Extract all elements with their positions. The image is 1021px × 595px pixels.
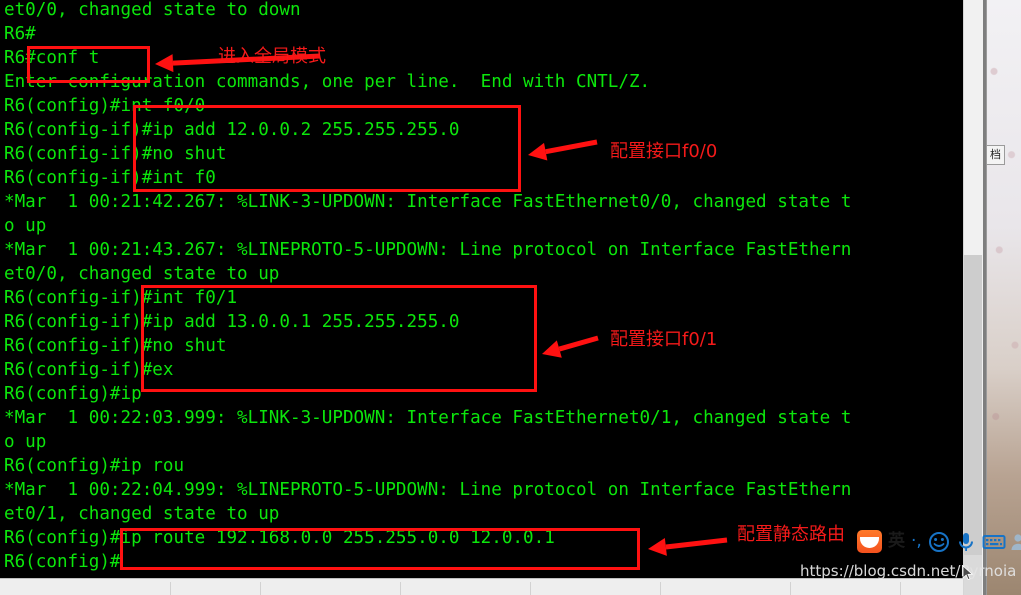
page-cell-divider [170,582,171,595]
terminal-line: *Mar 1 00:21:43.267: %LINEPROTO-5-UPDOWN… [4,240,852,260]
screenshot-root: 档 et0/0, changed state to down R6# R6#conf… [0,0,1021,595]
terminal-line: et0/1, changed state to up [4,504,280,524]
terminal-line: R6(config)#ip rou [4,456,185,476]
terminal-line: R6(config-if)#ip add 13.0.0.1 255.255.25… [4,312,460,332]
page-cell-divider [530,582,531,595]
terminal-line: *Mar 1 00:22:04.999: %LINEPROTO-5-UPDOWN… [4,480,852,500]
csdn-watermark: https://blog.csdn.net/Pyrnoia [800,562,1017,580]
sogou-logo-icon[interactable] [857,529,882,553]
terminal-line: *Mar 1 00:21:42.267: %LINK-3-UPDOWN: Int… [4,192,852,212]
terminal-line: o up [4,432,47,452]
soft-keyboard-icon[interactable] [982,531,1006,552]
annotation-label-enter-global-config-mode: 进入全局模式 [218,46,326,67]
terminal-line: o up [4,216,47,236]
terminal-line: R6(config-if)#no shut [4,144,227,164]
sogou-input-method-toolbar[interactable]: 英 ·, [855,528,1021,554]
terminal-line: R6(config-if)#no shut [4,336,227,356]
terminal-line: et0/0, changed state to up [4,264,280,284]
terminal-line: R6(config)#int f0/0 [4,96,206,116]
page-cell-divider [790,582,791,595]
vertical-scrollbar-thumb[interactable] [964,255,982,555]
page-cell-divider [400,582,401,595]
punctuation-icon[interactable]: ·, [911,531,922,552]
annotation-label-configure-interface-f0-0: 配置接口f0/0 [610,141,718,162]
document-chip[interactable]: 档 [986,145,1005,165]
page-cell-divider [900,582,901,595]
terminal-window[interactable]: et0/0, changed state to down R6# R6#conf t… [0,0,963,578]
terminal-line: R6(config-if)#ex [4,360,174,380]
page-strip-below-terminal [0,578,963,595]
user-account-icon[interactable]: 7 [1009,531,1021,552]
terminal-line: Enter configuration commands, one per li… [4,72,651,92]
mouse-cursor-icon [962,565,974,581]
terminal-line: et0/0, changed state to down [4,0,301,20]
input-mode-label[interactable]: 英 [888,531,905,552]
page-cell-divider [660,582,661,595]
annotation-label-configure-interface-f0-1: 配置接口f0/1 [610,329,718,350]
terminal-line: R6(config-if)#ip add 12.0.0.2 255.255.25… [4,120,460,140]
desktop-wallpaper-strip [986,0,1021,595]
annotation-label-configure-static-route: 配置静态路由 [737,524,845,545]
terminal-line: R6(config-if)#int f0/1 [4,288,238,308]
terminal-line: R6#conf t [4,48,100,68]
voice-input-icon[interactable] [955,531,976,552]
terminal-output: et0/0, changed state to down R6# R6#conf t… [0,0,963,574]
emoji-icon[interactable] [928,531,949,552]
terminal-line: R6(config)#ip [4,384,142,404]
terminal-line: R6# [4,24,36,44]
terminal-line: *Mar 1 00:22:03.999: %LINK-3-UPDOWN: Int… [4,408,852,428]
terminal-line: R6(config-if)#int f0 [4,168,216,188]
page-cell-divider [260,582,261,595]
